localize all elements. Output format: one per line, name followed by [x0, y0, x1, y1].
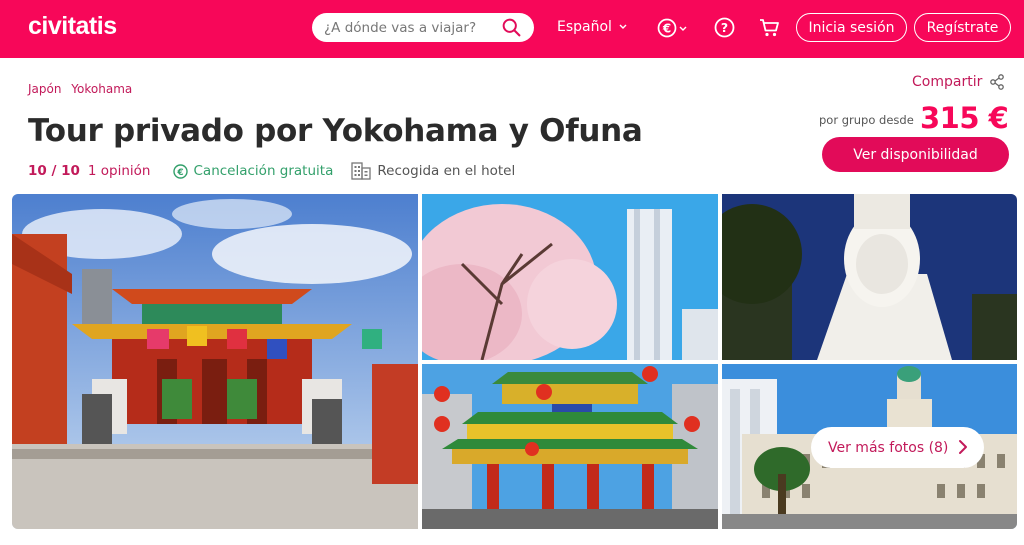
gallery-photo-landmark-tower[interactable]	[422, 194, 718, 360]
building-icon	[351, 162, 372, 180]
check-availability-button[interactable]: Ver disponibilidad	[822, 137, 1009, 172]
search-input[interactable]	[324, 18, 494, 37]
chevron-down-icon	[679, 26, 687, 31]
search-box[interactable]	[312, 13, 534, 42]
hotel-pickup: Recogida en el hotel	[351, 162, 515, 180]
currency-selector[interactable]: €	[657, 18, 687, 38]
temple-image	[12, 194, 418, 529]
share-button[interactable]: Compartir	[912, 74, 1005, 90]
gallery-photo-main-temple[interactable]	[12, 194, 418, 529]
civitatis-logo[interactable]: civitatis	[28, 12, 117, 41]
gallery-photo-chinatown-gate[interactable]	[422, 364, 718, 529]
breadcrumb-item-country[interactable]: Japón	[28, 82, 61, 96]
share-label: Compartir	[912, 74, 983, 90]
euro-icon: €	[657, 18, 677, 38]
share-icon	[990, 74, 1005, 90]
language-selector[interactable]: Español	[557, 19, 627, 35]
gallery-photo-kannon-statue[interactable]	[722, 194, 1017, 360]
login-button[interactable]: Inicia sesión	[796, 13, 907, 42]
pickup-label: Recogida en el hotel	[377, 163, 516, 179]
breadcrumb-item-city[interactable]: Yokohama	[71, 82, 132, 96]
euro-circle-icon: €	[172, 163, 188, 179]
chinatown-gate-image	[422, 364, 718, 529]
register-button[interactable]: Regístrate	[914, 13, 1011, 42]
svg-text:€: €	[662, 22, 671, 36]
kannon-statue-image	[722, 194, 1017, 360]
top-navigation-bar: civitatis Español € ? Inicia sesión Regí…	[0, 0, 1024, 58]
cart-icon[interactable]	[759, 17, 780, 38]
breadcrumb: Japón Yokohama	[28, 82, 138, 96]
svg-text:?: ?	[721, 20, 728, 35]
rating-score: 10 / 10	[28, 163, 80, 179]
see-more-photos-label: Ver más fotos (8)	[828, 439, 949, 456]
opinions-link[interactable]: 1 opinión	[88, 163, 151, 179]
landmark-tower-image	[422, 194, 718, 360]
free-cancellation: € Cancelación gratuita	[172, 163, 334, 179]
chevron-down-icon	[619, 24, 627, 29]
svg-text:€: €	[176, 168, 183, 178]
search-icon[interactable]	[501, 17, 522, 38]
cancellation-label: Cancelación gratuita	[193, 163, 334, 179]
chevron-right-icon	[959, 440, 967, 454]
price-label: por grupo desde	[819, 113, 914, 127]
tour-meta-row: 10 / 10 1 opinión € Cancelación gratuita…	[28, 162, 515, 180]
see-more-photos-button[interactable]: Ver más fotos (8)	[811, 427, 984, 468]
price-value: 315 €	[920, 101, 1009, 135]
page-title: Tour privado por Yokohama y Ofuna	[28, 113, 643, 149]
language-label: Español	[557, 19, 612, 35]
help-icon[interactable]: ?	[714, 17, 735, 38]
